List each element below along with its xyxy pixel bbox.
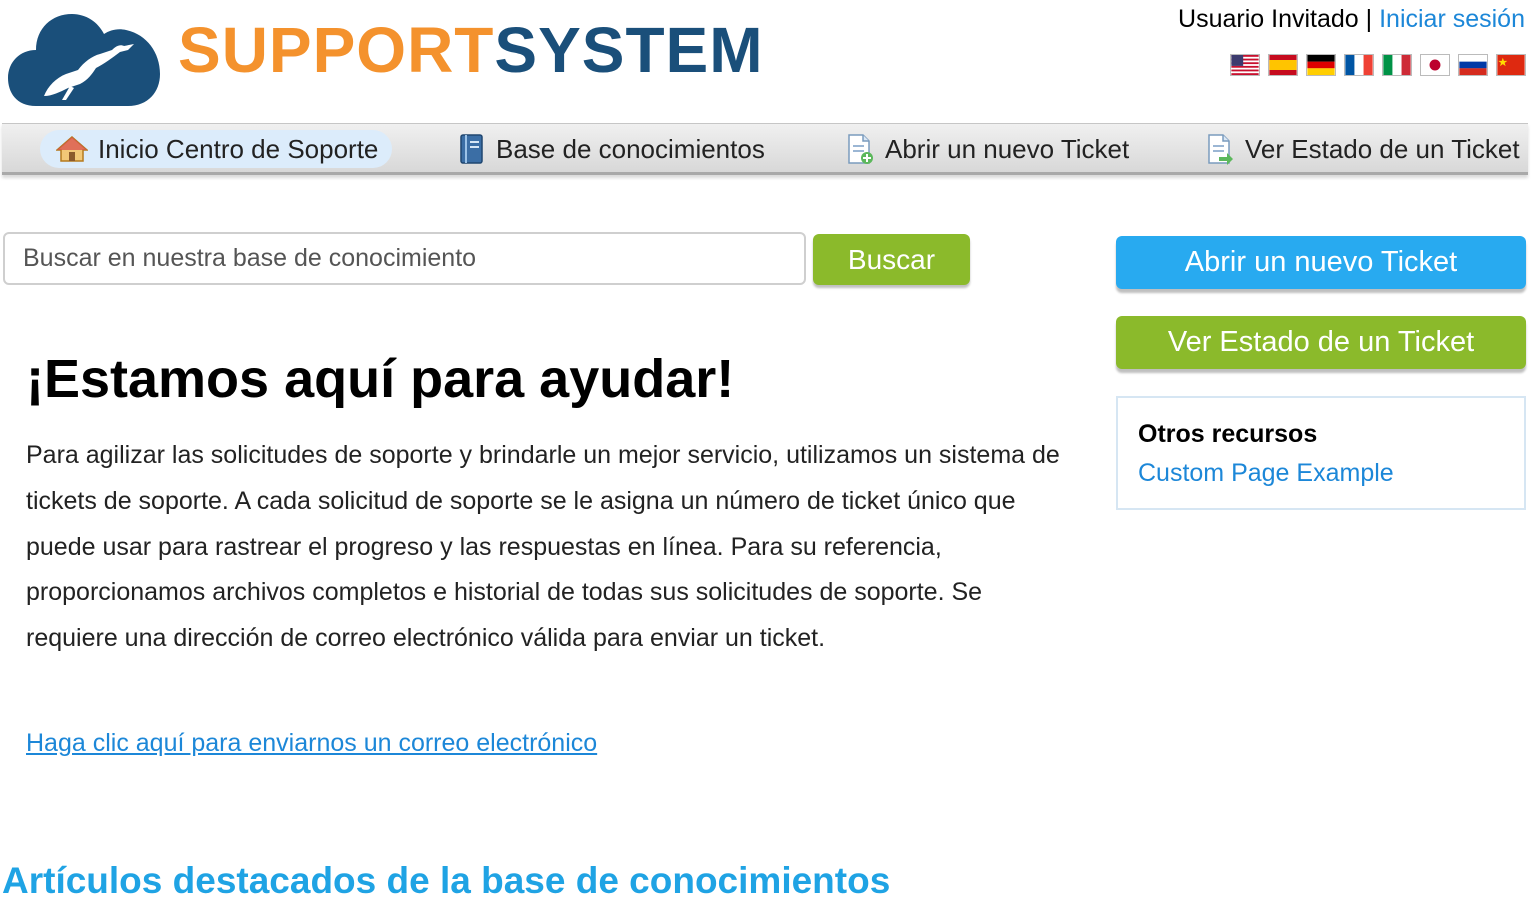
main-nav: Inicio Centro de Soporte Base de conocim… xyxy=(2,123,1528,175)
it-flag-icon[interactable] xyxy=(1382,54,1412,76)
logo-text-system: SYSTEM xyxy=(494,14,764,86)
kangaroo-cloud-icon xyxy=(8,14,160,106)
de-flag-icon[interactable] xyxy=(1306,54,1336,76)
search-button[interactable]: Buscar xyxy=(813,234,970,285)
us-flag-icon[interactable] xyxy=(1230,54,1260,76)
check-ticket-status-button[interactable]: Ver Estado de un Ticket xyxy=(1116,316,1526,369)
book-icon xyxy=(460,134,483,164)
custom-page-link[interactable]: Custom Page Example xyxy=(1138,459,1504,488)
login-link[interactable]: Iniciar sesión xyxy=(1379,5,1525,33)
other-resources-panel: Otros recursos Custom Page Example xyxy=(1116,396,1526,510)
resources-title: Otros recursos xyxy=(1138,420,1318,448)
featured-articles-title: Artículos destacados de la base de conoc… xyxy=(2,860,891,901)
logo[interactable]: SUPPORTSYSTEM xyxy=(8,0,763,112)
home-icon xyxy=(56,136,88,162)
ticket-status-icon xyxy=(1208,134,1233,165)
open-new-ticket-button[interactable]: Abrir un nuevo Ticket xyxy=(1116,236,1526,289)
cn-flag-icon[interactable] xyxy=(1496,54,1526,76)
nav-item-knowledgebase[interactable]: Base de conocimientos xyxy=(442,130,779,168)
logo-text: SUPPORTSYSTEM xyxy=(178,18,764,82)
fr-flag-icon[interactable] xyxy=(1344,54,1374,76)
nav-item-new-ticket[interactable]: Abrir un nuevo Ticket xyxy=(829,130,1143,168)
nav-item-label: Abrir un nuevo Ticket xyxy=(885,133,1130,164)
knowledgebase-search-input[interactable] xyxy=(3,232,806,285)
user-bar: Usuario Invitado | Iniciar sesión xyxy=(1178,5,1525,34)
userbar-separator: | xyxy=(1358,5,1380,33)
email-us-link[interactable]: Haga clic aquí para enviarnos un correo … xyxy=(26,729,597,758)
nav-item-label: Inicio Centro de Soporte xyxy=(98,133,379,164)
language-selector xyxy=(1230,54,1526,76)
es-flag-icon[interactable] xyxy=(1268,54,1298,76)
jp-flag-icon[interactable] xyxy=(1420,54,1450,76)
guest-user-label: Usuario Invitado xyxy=(1178,5,1359,33)
intro-text: Para agilizar las solicitudes de soporte… xyxy=(26,441,1060,653)
new-ticket-icon xyxy=(848,134,873,164)
nav-item-ticket-status[interactable]: Ver Estado de un Ticket xyxy=(1189,130,1534,168)
nav-item-home[interactable]: Inicio Centro de Soporte xyxy=(40,130,393,168)
nav-item-label: Ver Estado de un Ticket xyxy=(1245,133,1520,164)
nav-item-label: Base de conocimientos xyxy=(496,133,765,164)
ru-flag-icon[interactable] xyxy=(1458,54,1488,76)
page-title: ¡Estamos aquí para ayudar! xyxy=(26,349,735,409)
logo-text-support: SUPPORT xyxy=(178,14,495,86)
